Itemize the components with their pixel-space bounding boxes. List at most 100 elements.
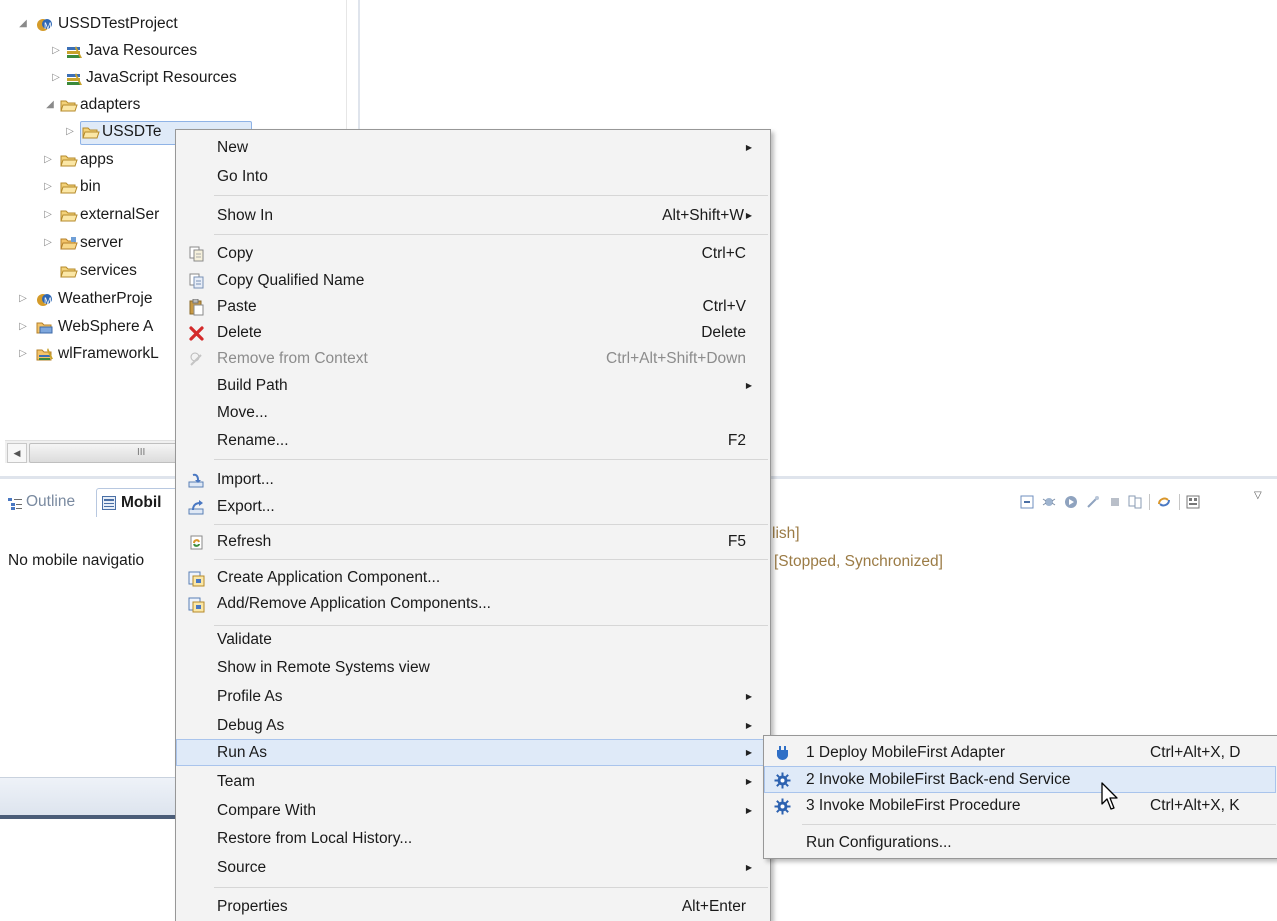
sync-icon[interactable] bbox=[1156, 495, 1172, 509]
tree-item-label: apps bbox=[80, 151, 114, 168]
publish-icon[interactable] bbox=[1128, 495, 1142, 509]
menu-item-rename[interactable]: Rename... F2 bbox=[176, 427, 770, 454]
menu-item-new[interactable]: New ▶ bbox=[176, 134, 770, 161]
tree-item-label: bin bbox=[80, 178, 101, 195]
folder-open-icon bbox=[60, 179, 78, 195]
svg-text:M: M bbox=[44, 296, 52, 306]
import-icon bbox=[188, 471, 205, 488]
run-icon[interactable] bbox=[1064, 495, 1078, 509]
console-icon[interactable] bbox=[1186, 495, 1200, 509]
menu-item-show-in[interactable]: Show In Alt+Shift+W ▶ bbox=[176, 202, 770, 229]
collapsed-arrow-icon[interactable]: ▷ bbox=[42, 202, 54, 228]
paste-icon bbox=[188, 298, 205, 316]
menu-item-profile-as[interactable]: Profile As ▶ bbox=[176, 683, 770, 710]
menu-item-label: Properties bbox=[217, 898, 288, 915]
server-status: [Stopped, Synchronized] bbox=[774, 553, 943, 570]
menu-separator bbox=[214, 559, 768, 560]
collapsed-arrow-icon[interactable]: ▷ bbox=[17, 286, 29, 312]
menu-item-label: Debug As bbox=[217, 717, 285, 734]
remove-from-context-icon bbox=[188, 350, 205, 367]
menu-item-shortcut: Alt+Enter bbox=[681, 898, 746, 915]
debug-icon[interactable] bbox=[1042, 495, 1056, 509]
menu-item-go-into[interactable]: Go Into bbox=[176, 163, 770, 190]
tree-item-label: wlFrameworkL bbox=[58, 345, 159, 362]
menu-item-validate[interactable]: Validate bbox=[176, 626, 770, 653]
server-project-icon bbox=[36, 319, 54, 335]
collapsed-arrow-icon[interactable]: ▷ bbox=[17, 314, 29, 340]
menu-item-delete[interactable]: Delete Delete bbox=[176, 319, 770, 346]
submenu-arrow-icon: ▶ bbox=[745, 143, 752, 152]
scrollbar-grip: III bbox=[137, 447, 146, 458]
menu-item-run-as[interactable]: Run As ▶ bbox=[176, 739, 770, 766]
menu-item-paste[interactable]: Paste Ctrl+V bbox=[176, 293, 770, 320]
copy-icon bbox=[188, 245, 205, 262]
menu-item-remove-from-context[interactable]: Remove from Context Ctrl+Alt+Shift+Down bbox=[176, 345, 770, 372]
mouse-cursor-icon bbox=[1100, 782, 1122, 812]
submenu-item-invoke-back-end-service[interactable]: 2 Invoke MobileFirst Back-end Service bbox=[764, 766, 1276, 793]
profile-icon[interactable] bbox=[1086, 495, 1100, 509]
menu-item-label: Compare With bbox=[217, 802, 317, 819]
collapsed-arrow-icon[interactable]: ▷ bbox=[42, 174, 54, 200]
menu-item-source[interactable]: Source ▶ bbox=[176, 854, 770, 881]
tree-item-label: USSDTestProject bbox=[58, 15, 178, 32]
menu-item-shortcut: Ctrl+Alt+Shift+Down bbox=[606, 350, 746, 367]
menu-item-export[interactable]: Export... bbox=[176, 493, 770, 520]
expanded-arrow-icon[interactable]: ◢ bbox=[44, 92, 56, 118]
menu-separator bbox=[214, 887, 768, 888]
menu-separator bbox=[214, 234, 768, 235]
menu-item-refresh[interactable]: Refresh F5 bbox=[176, 528, 770, 555]
tree-item-label: server bbox=[80, 234, 124, 251]
project-icon: M bbox=[36, 291, 54, 307]
menu-item-shortcut: Ctrl+Alt+X, K bbox=[1150, 797, 1240, 814]
menu-item-show-in-remote-systems[interactable]: Show in Remote Systems view bbox=[176, 654, 770, 681]
scrollbar-thumb[interactable]: III bbox=[29, 443, 181, 463]
collapsed-arrow-icon[interactable]: ▷ bbox=[42, 147, 54, 173]
menu-item-label: Delete bbox=[217, 324, 262, 341]
menu-item-copy[interactable]: Copy Ctrl+C bbox=[176, 240, 770, 267]
menu-item-compare-with[interactable]: Compare With ▶ bbox=[176, 797, 770, 824]
collapse-all-icon[interactable] bbox=[1020, 495, 1034, 509]
collapsed-arrow-icon[interactable]: ▷ bbox=[50, 38, 62, 64]
tab-mobile-navigation[interactable]: Mobil bbox=[96, 488, 184, 517]
menu-item-restore-from-local-history[interactable]: Restore from Local History... bbox=[176, 825, 770, 852]
folder-open-icon bbox=[82, 124, 100, 140]
gear-icon bbox=[774, 797, 791, 815]
submenu-item-invoke-procedure[interactable]: 3 Invoke MobileFirst Procedure Ctrl+Alt+… bbox=[764, 792, 1277, 819]
menu-item-create-application-component[interactable]: Create Application Component... bbox=[176, 564, 770, 591]
menu-item-label: Copy Qualified Name bbox=[217, 272, 365, 289]
gear-icon bbox=[774, 771, 791, 789]
menu-item-properties[interactable]: Properties Alt+Enter bbox=[176, 893, 770, 920]
scroll-left-button[interactable]: ◀ bbox=[7, 443, 27, 463]
collapsed-arrow-icon[interactable]: ▷ bbox=[42, 230, 54, 256]
tree-item-label: adapters bbox=[80, 96, 141, 113]
menu-item-shortcut: Ctrl+V bbox=[702, 298, 747, 315]
library-icon bbox=[66, 70, 84, 86]
add-remove-components-icon bbox=[188, 595, 205, 613]
menu-item-label: Move... bbox=[217, 404, 268, 421]
submenu-item-deploy-adapter[interactable]: 1 Deploy MobileFirst Adapter Ctrl+Alt+X,… bbox=[764, 739, 1277, 766]
export-icon bbox=[188, 498, 205, 515]
submenu-item-run-configurations[interactable]: Run Configurations... bbox=[764, 829, 1277, 856]
menu-item-label: Export... bbox=[217, 498, 275, 515]
menu-item-build-path[interactable]: Build Path ▶ bbox=[176, 372, 770, 399]
menu-item-copy-qualified-name[interactable]: Copy Qualified Name bbox=[176, 267, 770, 294]
tab-outline[interactable]: Outline bbox=[8, 490, 75, 514]
menu-item-label: Restore from Local History... bbox=[217, 830, 413, 847]
menu-item-import[interactable]: Import... bbox=[176, 466, 770, 493]
menu-item-move[interactable]: Move... bbox=[176, 399, 770, 426]
horizontal-scrollbar[interactable]: ◀ III bbox=[5, 440, 181, 463]
menu-separator bbox=[214, 524, 768, 525]
menu-item-add-remove-application-components[interactable]: Add/Remove Application Components... bbox=[176, 590, 770, 617]
collapsed-arrow-icon[interactable]: ▷ bbox=[64, 119, 76, 145]
submenu-arrow-icon: ▶ bbox=[745, 692, 752, 701]
collapsed-arrow-icon[interactable]: ▷ bbox=[50, 65, 62, 91]
view-menu-icon[interactable]: ▽ bbox=[1254, 490, 1262, 501]
collapsed-arrow-icon[interactable]: ▷ bbox=[17, 341, 29, 367]
lower-panel-bar bbox=[0, 777, 176, 816]
tree-item-label: services bbox=[80, 262, 137, 279]
menu-item-team[interactable]: Team ▶ bbox=[176, 768, 770, 795]
stop-icon[interactable] bbox=[1108, 495, 1122, 509]
folder-open-icon bbox=[60, 97, 78, 113]
menu-item-debug-as[interactable]: Debug As ▶ bbox=[176, 712, 770, 739]
expanded-arrow-icon[interactable]: ◢ bbox=[17, 11, 29, 37]
